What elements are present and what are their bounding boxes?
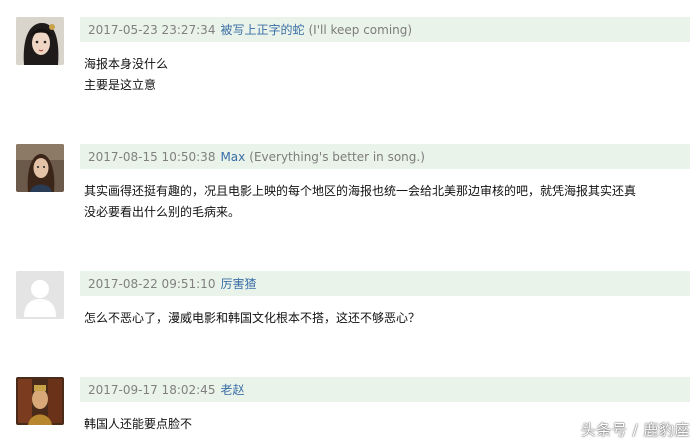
comment-body: 海报本身没什么 主要是这立意 bbox=[84, 54, 688, 96]
comment-time: 2017-05-23 23:27:34 bbox=[88, 22, 216, 37]
avatar[interactable] bbox=[16, 377, 64, 425]
avatar[interactable] bbox=[16, 17, 64, 65]
avatar[interactable] bbox=[16, 271, 64, 319]
comment-time: 2017-09-17 18:02:45 bbox=[88, 382, 216, 397]
watermark: 头条号 / 鹿豹座 bbox=[580, 421, 690, 439]
comment-line: 海报本身没什么 bbox=[84, 57, 169, 71]
comment-header: 2017-09-17 18:02:45 老赵 bbox=[80, 377, 690, 402]
comment-time: 2017-08-22 09:51:10 bbox=[88, 276, 216, 291]
avatar[interactable] bbox=[16, 144, 64, 192]
author-link[interactable]: Max bbox=[220, 150, 245, 164]
comment-body: 怎么不恶心了，漫威电影和韩国文化根本不搭，这还不够恶心？ bbox=[84, 308, 688, 329]
comment-time: 2017-08-15 10:50:38 bbox=[88, 149, 216, 164]
comment-line: 主要是这立意 bbox=[84, 78, 157, 92]
comment-line: 怎么不恶心了，漫威电影和韩国文化根本不搭，这还不够恶心？ bbox=[84, 311, 421, 325]
comment-body: 其实画得还挺有趣的，况且电影上映的每个地区的海报也统一会给北美那边审核的吧，就凭… bbox=[84, 181, 688, 223]
comment-line: 其实画得还挺有趣的，况且电影上映的每个地区的海报也统一会给北美那边审核的吧，就凭… bbox=[84, 184, 637, 198]
author-link[interactable]: 老赵 bbox=[220, 381, 244, 398]
comment-header: 2017-08-22 09:51:10 厉害猹 bbox=[80, 271, 690, 296]
comment-line: 没必要看出什么别的毛病来。 bbox=[84, 205, 241, 219]
comment-header: 2017-08-15 10:50:38 Max (Everything's be… bbox=[80, 144, 690, 169]
author-motto: (Everything's better in song.) bbox=[249, 149, 425, 164]
author-motto: (I'll keep coming) bbox=[308, 22, 413, 37]
comment-header: 2017-05-23 23:27:34 被写上正字的蛇 (I'll keep c… bbox=[80, 17, 690, 42]
author-link[interactable]: 厉害猹 bbox=[220, 275, 256, 292]
author-link[interactable]: 被写上正字的蛇 bbox=[220, 21, 304, 38]
